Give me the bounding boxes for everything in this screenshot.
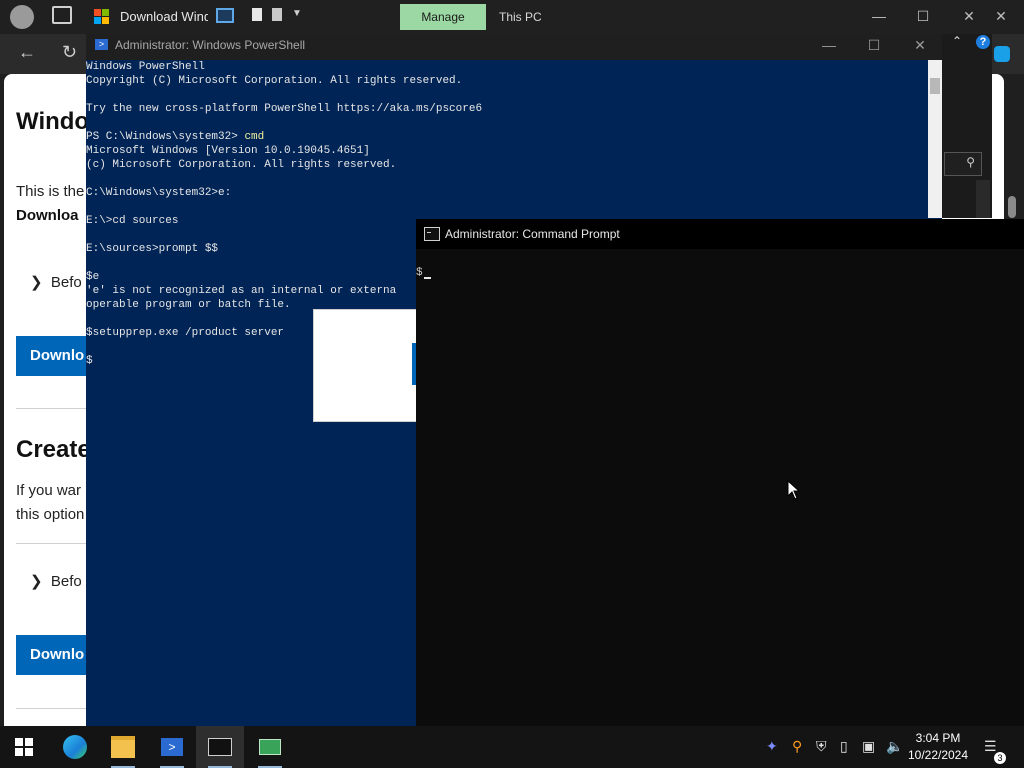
copilot-icon[interactable] xyxy=(994,46,1010,62)
back-arrow-icon[interactable]: ← xyxy=(18,42,36,63)
chevron-right-icon: ❯ xyxy=(30,274,43,291)
tab-actions-icon[interactable] xyxy=(52,6,72,24)
powershell-scrollbar-thumb[interactable] xyxy=(930,78,940,94)
new-folder-icon[interactable] xyxy=(272,8,282,21)
explorer-close-button[interactable]: ✕ xyxy=(954,3,984,29)
quick-access-dropdown-icon[interactable]: ▼ xyxy=(292,8,302,19)
browser-tab[interactable]: Download Windows xyxy=(86,4,208,30)
edge-icon xyxy=(63,735,87,759)
powershell-icon: > xyxy=(95,39,108,50)
section-divider xyxy=(16,408,86,409)
page-heading-create: Create xyxy=(16,436,91,463)
taskbar-clock-date[interactable]: 10/22/2024 xyxy=(905,748,971,762)
text-cursor xyxy=(424,277,431,279)
ribbon-collapse-icon[interactable]: ⌃ xyxy=(952,34,962,48)
tray-network-agent-icon[interactable]: ✦ xyxy=(766,738,778,755)
explorer-search-input[interactable]: ⚲ xyxy=(944,152,982,176)
expander-label: Befo xyxy=(50,573,82,590)
manage-ribbon-tab[interactable]: Manage xyxy=(400,4,486,30)
command-prompt-icon xyxy=(208,738,232,756)
taskbar-clock-time[interactable]: 3:04 PM xyxy=(905,731,971,745)
taskbar-command-prompt[interactable] xyxy=(196,726,244,768)
section-divider xyxy=(16,543,86,544)
taskbar-powershell[interactable]: > xyxy=(148,726,196,768)
command-prompt-window[interactable] xyxy=(416,219,1024,726)
browser-close-button[interactable]: ✕ xyxy=(986,3,1016,29)
console-header-text: Windows PowerShell Copyright (C) Microso… xyxy=(86,61,483,115)
monitor-icon xyxy=(216,8,234,23)
powershell-close-button[interactable]: ✕ xyxy=(905,34,935,56)
refresh-icon[interactable]: ↻ xyxy=(62,42,77,63)
notification-count-badge: 3 xyxy=(994,752,1006,764)
powershell-minimize-button[interactable]: — xyxy=(814,34,844,56)
taskbar-setup[interactable] xyxy=(246,726,294,768)
command-prompt-input-line[interactable]: $ xyxy=(416,266,423,280)
browser-scrollbar[interactable] xyxy=(1008,196,1016,218)
tray-search-icon[interactable]: ⚲ xyxy=(792,738,802,755)
before-you-begin-expander-2[interactable]: ❯ Befo xyxy=(30,572,82,590)
powershell-window-title: Administrator: Windows PowerShell xyxy=(115,38,306,52)
tray-network-icon[interactable]: ▣ xyxy=(862,738,875,755)
profile-avatar[interactable] xyxy=(10,5,34,29)
page-intro-bold: Downloa xyxy=(16,207,79,224)
page-heading-windows: Windo xyxy=(16,108,90,135)
taskbar-file-explorer[interactable] xyxy=(99,726,147,768)
explorer-maximize-button[interactable]: ☐ xyxy=(908,3,938,29)
explorer-window-title: This PC xyxy=(499,10,542,24)
tray-security-shield-icon[interactable]: ⛨ xyxy=(816,738,827,755)
help-icon[interactable]: ? xyxy=(976,35,990,49)
console-typed-command: cmd xyxy=(244,131,265,143)
tray-volume-muted-icon[interactable]: 🔈 xyxy=(886,738,903,755)
powershell-icon: > xyxy=(161,738,183,756)
explorer-scrollbar[interactable] xyxy=(976,180,990,218)
create-para-line1: If you war xyxy=(16,482,82,499)
folder-icon xyxy=(111,736,135,758)
page-intro-text: This is the xyxy=(16,183,85,200)
mouse-pointer-icon xyxy=(787,479,801,505)
explorer-titlebar xyxy=(208,0,1024,34)
command-prompt-window-title: Administrator: Command Prompt xyxy=(445,227,620,241)
console-ps-prompt: PS C:\Windows\system32> xyxy=(86,131,245,143)
tray-usb-icon[interactable]: ▯ xyxy=(840,738,848,755)
notification-center-icon[interactable]: ☰ xyxy=(984,738,997,755)
taskbar-edge[interactable] xyxy=(51,726,99,768)
command-prompt-icon xyxy=(424,227,440,241)
properties-icon[interactable] xyxy=(252,8,262,21)
expander-label: Befo xyxy=(50,274,82,291)
search-icon: ⚲ xyxy=(966,155,975,169)
create-para-line2: this option xyxy=(16,506,85,523)
start-button[interactable] xyxy=(0,726,48,768)
blank-setup-dialog[interactable] xyxy=(313,309,419,422)
before-you-begin-expander-1[interactable]: ❯ Befo xyxy=(30,273,82,291)
chevron-right-icon: ❯ xyxy=(30,573,43,590)
windows-start-icon xyxy=(15,738,33,756)
explorer-minimize-button[interactable]: — xyxy=(864,3,894,29)
powershell-maximize-button[interactable]: ☐ xyxy=(859,34,889,56)
section-divider xyxy=(16,708,86,709)
browser-tab-title: Download Windows xyxy=(120,9,208,24)
setup-icon xyxy=(259,739,281,755)
